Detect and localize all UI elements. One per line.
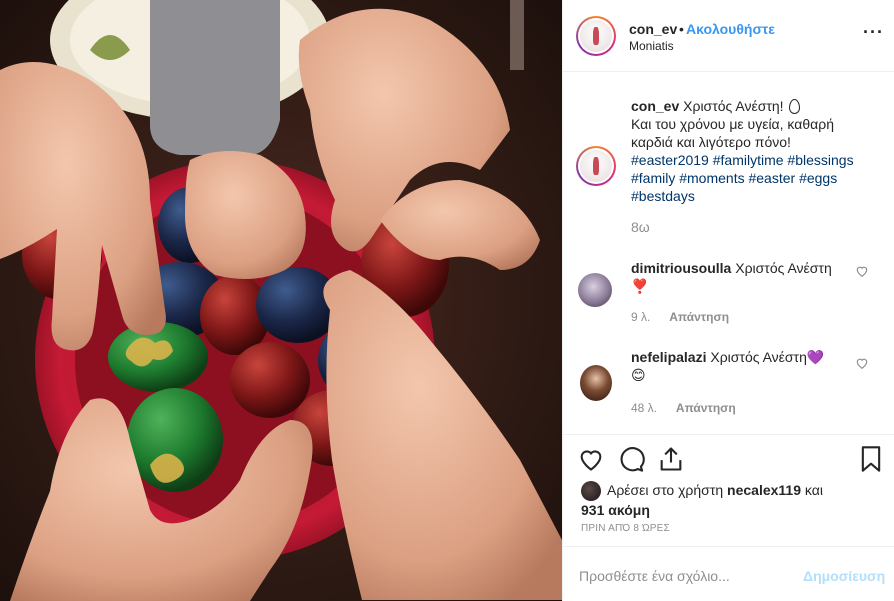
share-icon[interactable] <box>657 445 685 473</box>
caption: con_ev Χριστός Ανέστη! Και του χρόνου με… <box>631 97 876 205</box>
caption-username[interactable]: con_ev <box>631 98 679 114</box>
heart-exclamation-emoji: ❣️ <box>631 278 649 294</box>
post-photo[interactable] <box>0 0 562 601</box>
comment-text: Χριστός Ανέστη <box>710 349 807 365</box>
comment-username[interactable]: nefelipalazi <box>631 349 706 365</box>
caption-author-avatar[interactable] <box>576 146 616 186</box>
reply-button[interactable]: Απάντηση <box>676 401 736 415</box>
caption-line1: Χριστός Ανέστη! <box>683 98 784 114</box>
commenter-avatar[interactable] <box>578 273 612 307</box>
like-comment-heart-icon[interactable] <box>855 356 869 370</box>
egg-icon <box>789 99 801 114</box>
purple-heart-emoji: 💜 <box>806 349 825 365</box>
comment-meta: 48 λ. Απάντηση <box>631 401 736 415</box>
comment-time[interactable]: 48 λ. <box>631 401 657 415</box>
commenter-avatar[interactable] <box>580 365 612 401</box>
header-separator: • <box>679 21 684 37</box>
comment-username[interactable]: dimitriousoulla <box>631 260 731 276</box>
caption-hashtags[interactable]: #easter2019 #familytime #blessings #fami… <box>631 152 854 204</box>
comment-input[interactable]: Προσθέστε ένα σχόλιο... <box>579 568 730 584</box>
author-avatar[interactable] <box>576 16 616 56</box>
post-location[interactable]: Moniatis <box>629 39 674 53</box>
post-side-panel: con_ev • Ακολουθήστε Moniatis ··· con_ev… <box>562 0 894 601</box>
reply-button[interactable]: Απάντηση <box>669 310 729 324</box>
easter-eggs-image <box>0 0 562 601</box>
liker-username[interactable]: necalex119 <box>727 482 801 498</box>
author-username[interactable]: con_ev <box>629 21 677 37</box>
post-timestamp[interactable]: ΠΡΙΝ ΑΠΌ 8 ΏΡΕΣ <box>581 523 670 534</box>
likes-others[interactable]: 931 ακόμη <box>581 502 650 518</box>
post-actions: Αρέσει στο χρήστη necalex119 και 931 ακό… <box>563 434 894 546</box>
comments-list[interactable]: con_ev Χριστός Ανέστη! Και του χρόνου με… <box>563 73 894 434</box>
smile-emoji: 😊 <box>631 367 646 383</box>
comment-meta: 9 λ. Απάντηση <box>631 310 729 324</box>
caption-line2: Και του χρόνου με υγεία, καθαρή καρδιά κ… <box>631 116 834 150</box>
post-header: con_ev • Ακολουθήστε Moniatis ··· <box>563 0 894 72</box>
likes-conj: και <box>804 482 823 498</box>
comment-time[interactable]: 9 λ. <box>631 310 650 324</box>
follow-button[interactable]: Ακολουθήστε <box>686 21 775 37</box>
like-comment-heart-icon[interactable] <box>855 264 869 278</box>
comment-text: Χριστός Ανέστη <box>735 260 832 276</box>
likes-prefix: Αρέσει στο χρήστη <box>607 482 724 498</box>
add-comment-bar: Προσθέστε ένα σχόλιο... Δημοσίευση <box>563 546 894 601</box>
caption-time[interactable]: 8ω <box>631 219 650 235</box>
likes-summary: Αρέσει στο χρήστη necalex119 και 931 ακό… <box>581 481 881 520</box>
liker-avatar[interactable] <box>581 481 601 502</box>
like-heart-icon[interactable] <box>577 445 605 473</box>
comment-bubble-icon[interactable] <box>617 445 645 473</box>
more-options-icon[interactable]: ··· <box>863 22 884 43</box>
comment: dimitriousoulla Χριστός Ανέστη ❣️ <box>631 259 851 295</box>
comment: nefelipalazi Χριστός Ανέστη💜 😊 <box>631 348 851 384</box>
bookmark-icon[interactable] <box>857 445 885 473</box>
post-comment-button[interactable]: Δημοσίευση <box>803 568 885 584</box>
